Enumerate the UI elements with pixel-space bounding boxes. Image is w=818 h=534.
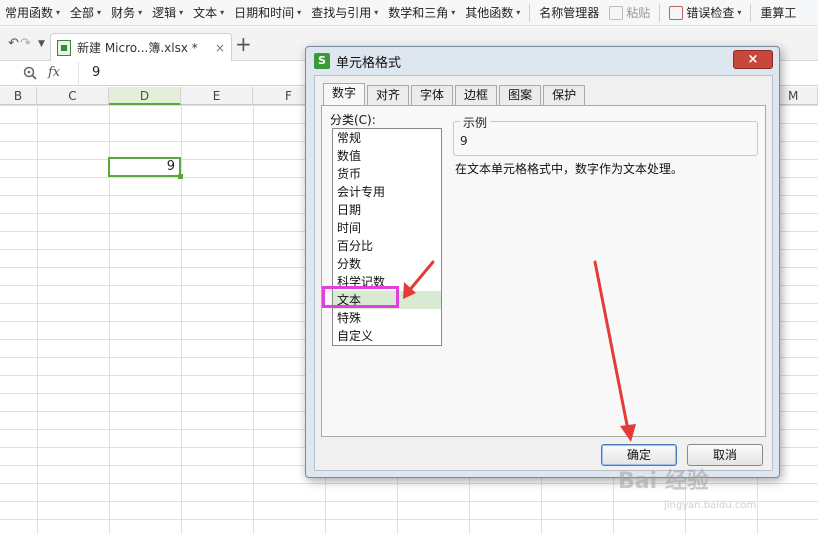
ribbon-toolbar: 常用函数 ▾ 全部 ▾ 财务 ▾ 逻辑 ▾ 文本 ▾ 日期和时间 ▾ 查找与引用 ▾ 数学和三角 ▾ 其他函数 ▾… — [0, 0, 818, 26]
category-item[interactable]: 日期 — [333, 201, 441, 219]
ribbon-item-label: 名称管理器 — [539, 6, 600, 20]
dialog-tabs: 数字 对齐 字体 边框 图案 保护 — [323, 83, 587, 105]
undo-icon[interactable]: ↶ — [8, 36, 19, 51]
fx-icon[interactable]: fx — [48, 65, 60, 80]
document-tab[interactable]: 新建 Micro...簿.xlsx * × — [50, 33, 232, 61]
category-list[interactable]: 常规 数值 货币 会计专用 日期 时间 百分比 分数 科学记数 文本 特殊 自定… — [332, 128, 442, 346]
column-header-c[interactable]: C — [37, 87, 109, 105]
ribbon-item-4[interactable]: 文本 ▾ — [188, 0, 229, 26]
ribbon-item-10[interactable]: 粘贴 — [604, 0, 655, 26]
tab-pattern[interactable]: 图案 — [499, 85, 542, 105]
ribbon-item-label: 财务 — [111, 6, 136, 20]
chevron-down-icon: ▾ — [179, 8, 184, 17]
ribbon-item-3[interactable]: 逻辑 ▾ — [147, 0, 188, 26]
ribbon-item-9[interactable]: 名称管理器 — [534, 0, 604, 26]
chevron-down-icon: ▾ — [220, 8, 225, 17]
ribbon-item-label: 粘贴 — [626, 6, 651, 20]
sample-legend: 示例 — [460, 114, 491, 131]
dropdown-icon[interactable]: ▼ — [38, 39, 45, 49]
chevron-down-icon: ▾ — [297, 8, 302, 17]
category-item[interactable]: 常规 — [333, 129, 441, 147]
category-item[interactable]: 分数 — [333, 255, 441, 273]
ribbon-item-label: 日期和时间 — [234, 6, 295, 20]
ribbon-item-label: 全部 — [70, 6, 95, 20]
category-item[interactable]: 会计专用 — [333, 183, 441, 201]
chevron-down-icon: ▾ — [374, 8, 379, 17]
category-item[interactable]: 时间 — [333, 219, 441, 237]
category-item[interactable]: 自定义 — [333, 327, 441, 345]
column-header-e[interactable]: E — [181, 87, 253, 105]
ribbon-item-label: 数学和三角 — [388, 6, 449, 20]
redo-icon[interactable]: ↷ — [20, 36, 31, 51]
tab-number[interactable]: 数字 — [323, 83, 366, 105]
dialog-title: 单元格格式 — [336, 55, 402, 71]
chevron-down-icon: ▾ — [451, 8, 456, 17]
ribbon-item-6[interactable]: 查找与引用 ▾ — [306, 0, 383, 26]
dialog-close-button[interactable]: × — [733, 50, 773, 69]
ribbon-separator — [529, 3, 531, 22]
chevron-down-icon: ▾ — [56, 8, 61, 17]
ribbon-item-11[interactable]: 错误检查 ▾ — [664, 0, 746, 26]
category-item[interactable]: 特殊 — [333, 309, 441, 327]
dialog-body: 数字 对齐 字体 边框 图案 保护 分类(C): 常规 数值 货币 会计专用 日… — [314, 75, 773, 471]
error-check-icon — [669, 5, 684, 20]
wps-sheet-icon: S — [314, 53, 330, 69]
close-tab-icon[interactable]: × — [215, 41, 225, 55]
tab-border[interactable]: 边框 — [455, 85, 498, 105]
chevron-down-icon: ▾ — [516, 8, 521, 17]
zoom-icon[interactable] — [22, 65, 38, 81]
ribbon-item-label: 错误检查 — [686, 6, 735, 20]
ribbon-item-12[interactable]: 重算工 — [755, 0, 801, 26]
baidu-watermark-url: jingyan.baidu.com — [664, 500, 757, 511]
dialog-titlebar[interactable]: S 单元格格式 — [306, 47, 779, 75]
ribbon-item-8[interactable]: 其他函数 ▾ — [460, 0, 525, 26]
ribbon-item-5[interactable]: 日期和时间 ▾ — [229, 0, 306, 26]
tab-protection[interactable]: 保护 — [543, 85, 586, 105]
ribbon-item-7[interactable]: 数学和三角 ▾ — [383, 0, 460, 26]
formula-input[interactable]: 9 — [92, 65, 100, 80]
category-label: 分类(C): — [330, 113, 376, 127]
paste-icon — [609, 5, 624, 20]
spreadsheet-file-icon — [57, 39, 71, 56]
selected-cell-d4[interactable]: 9 — [108, 157, 183, 179]
category-item[interactable]: 货币 — [333, 165, 441, 183]
tab-alignment[interactable]: 对齐 — [367, 85, 410, 105]
ribbon-item-label: 查找与引用 — [311, 6, 372, 20]
ribbon-separator — [659, 3, 661, 22]
chevron-down-icon: ▾ — [138, 8, 143, 17]
format-cells-dialog: S 单元格格式 × 数字 对齐 字体 边框 图案 保护 分类(C): 常规 数值… — [305, 46, 780, 478]
column-header-d[interactable]: D — [109, 87, 181, 105]
sample-value: 9 — [460, 134, 468, 148]
ribbon-item-1[interactable]: 全部 ▾ — [65, 0, 106, 26]
column-header-b[interactable]: B — [0, 87, 37, 105]
formula-divider — [78, 62, 79, 86]
ribbon-item-label: 其他函数 — [465, 6, 514, 20]
ribbon-item-label: 文本 — [193, 6, 218, 20]
number-tab-panel: 分类(C): 常规 数值 货币 会计专用 日期 时间 百分比 分数 科学记数 文… — [321, 105, 766, 437]
tab-font[interactable]: 字体 — [411, 85, 454, 105]
chevron-down-icon: ▾ — [97, 8, 102, 17]
ribbon-item-2[interactable]: 财务 ▾ — [106, 0, 147, 26]
ribbon-item-label: 重算工 — [760, 6, 797, 20]
ribbon-item-label: 逻辑 — [152, 6, 177, 20]
ribbon-item-label: 常用函数 — [5, 6, 54, 20]
highlight-box — [322, 286, 399, 308]
sample-group: 示例 9 — [453, 114, 758, 156]
ribbon-separator — [750, 3, 752, 22]
category-item[interactable]: 百分比 — [333, 237, 441, 255]
category-item[interactable]: 数值 — [333, 147, 441, 165]
document-tab-label: 新建 Micro...簿.xlsx * — [77, 41, 198, 55]
baidu-watermark: Bai 经验 — [618, 469, 709, 494]
format-description: 在文本单元格格式中，数字作为文本处理。 — [455, 162, 684, 176]
ribbon-item-0[interactable]: 常用函数 ▾ — [0, 0, 65, 26]
chevron-down-icon: ▾ — [737, 8, 742, 17]
new-tab-icon[interactable]: + — [235, 32, 252, 56]
